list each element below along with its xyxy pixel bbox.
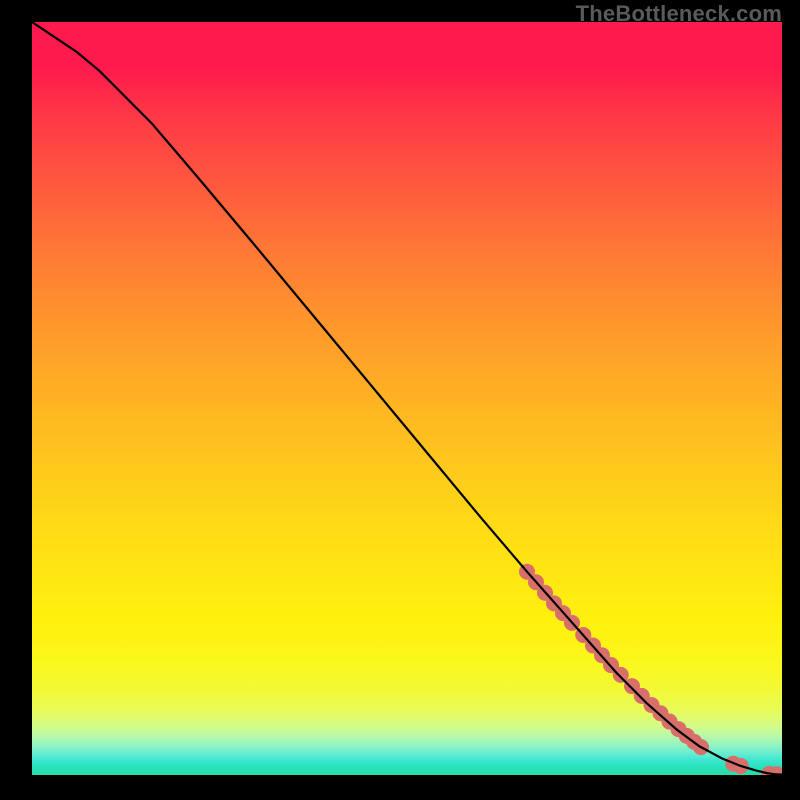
curve-line: [32, 22, 782, 775]
data-point: [613, 667, 629, 683]
plot-area: [32, 22, 782, 775]
scatter-layer: [519, 564, 782, 775]
chart-svg: [32, 22, 782, 775]
chart-frame: TheBottleneck.com: [0, 0, 800, 800]
